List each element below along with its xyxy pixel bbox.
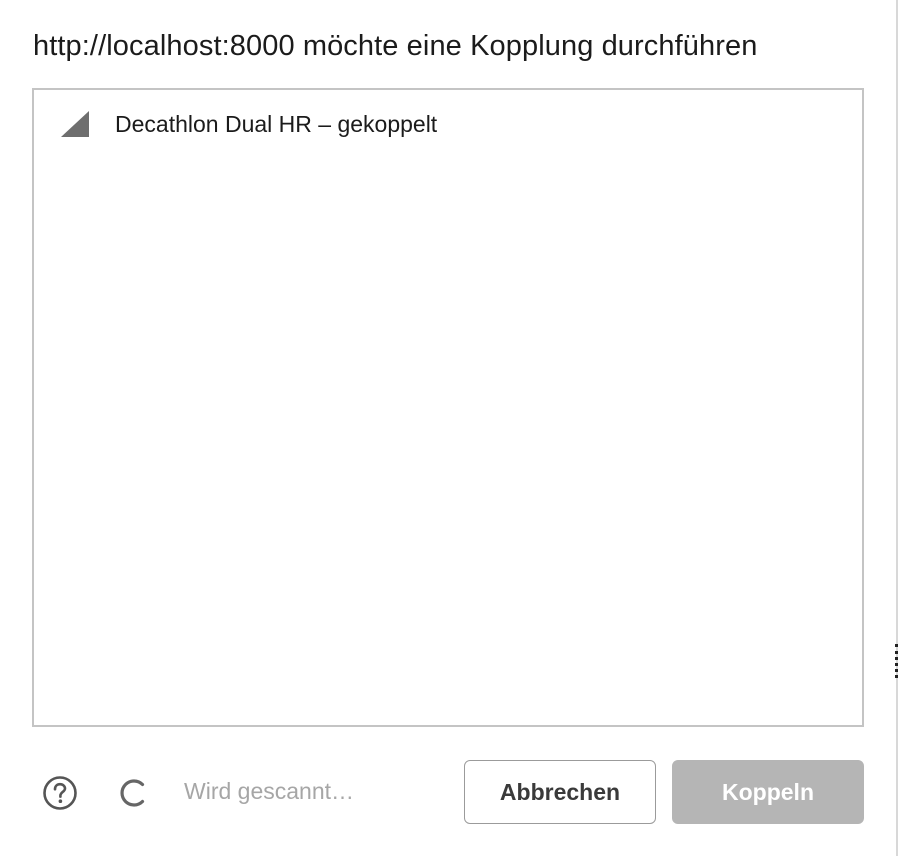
signal-strength-icon bbox=[61, 111, 89, 137]
scan-status-text: Wird gescannt… bbox=[184, 778, 355, 804]
device-list[interactable]: Decathlon Dual HR – gekoppelt bbox=[32, 88, 864, 727]
dialog-title: http://localhost:8000 möchte eine Kopplu… bbox=[33, 30, 758, 62]
help-icon[interactable] bbox=[42, 775, 78, 811]
cancel-button[interactable]: Abbrechen bbox=[464, 760, 656, 824]
bluetooth-pairing-dialog: http://localhost:8000 möchte eine Kopplu… bbox=[0, 0, 898, 856]
device-label: Decathlon Dual HR – gekoppelt bbox=[115, 111, 438, 137]
pair-button[interactable]: Koppeln bbox=[672, 760, 864, 824]
device-list-item[interactable]: Decathlon Dual HR – gekoppelt bbox=[34, 104, 862, 144]
spinner-icon bbox=[120, 779, 145, 807]
